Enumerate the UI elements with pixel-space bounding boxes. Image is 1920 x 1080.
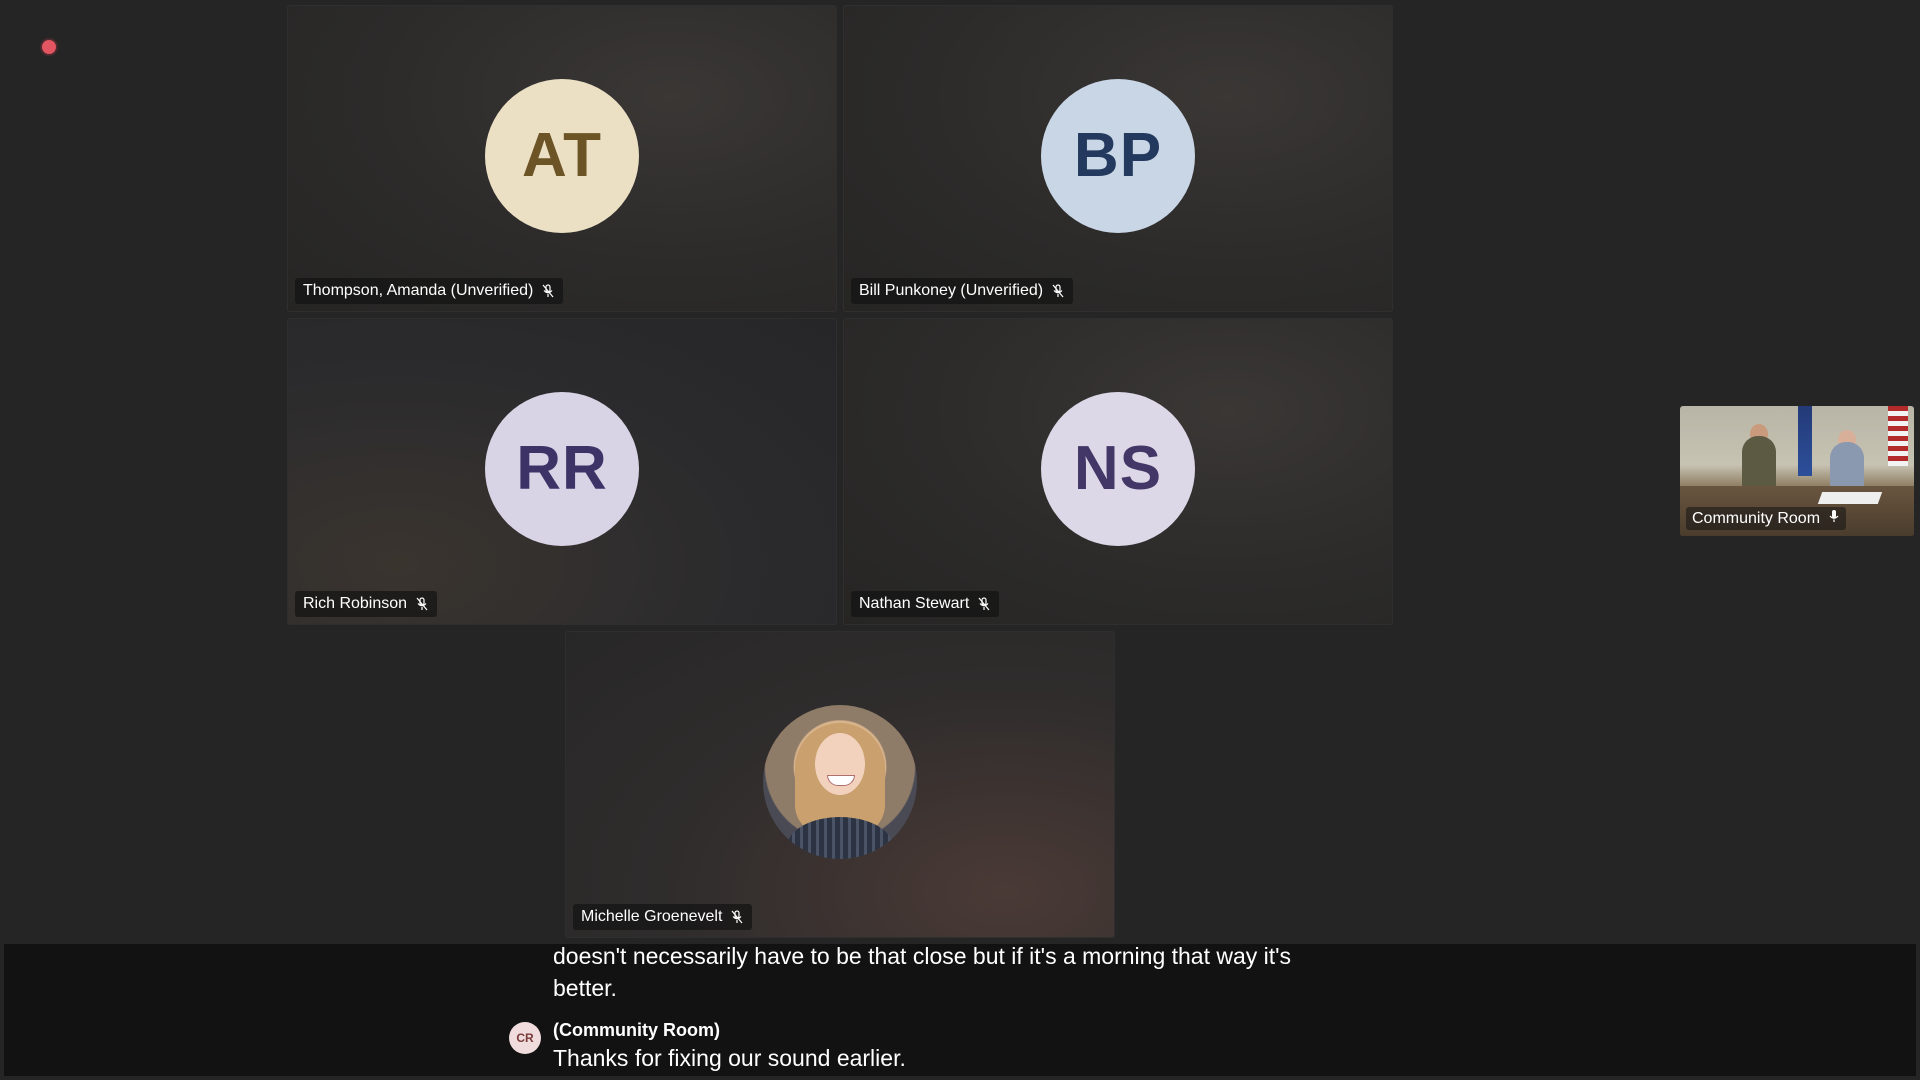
participant-name-tag: Nathan Stewart [851,591,1000,617]
mic-off-icon [415,597,429,611]
community-room-video[interactable]: Community Room [1680,406,1914,536]
us-flag [1888,406,1908,466]
mic-off-icon [1051,284,1065,298]
room-name-tag: Community Room [1686,507,1847,530]
live-captions-panel: doesn't necessarily have to be that clos… [4,944,1916,1076]
participant-name-tag: Michelle Groenevelt [573,904,753,930]
caption-speaker-avatar: CR [509,1022,541,1054]
papers [1817,492,1883,504]
participant-name-tag: Rich Robinson [295,591,438,617]
participant-name: Thompson, Amanda (Unverified) [303,282,534,299]
participant-name-tag: Thompson, Amanda (Unverified) [295,278,564,304]
participant-tile-stewart[interactable]: NS Nathan Stewart [843,318,1393,625]
participant-name: Rich Robinson [303,595,408,612]
participant-name: Nathan Stewart [859,595,970,612]
caption-speaker-name: (Community Room) [553,1020,720,1040]
participant-tile-robinson[interactable]: RR Rich Robinson [287,318,837,625]
participant-tile-thompson[interactable]: AT Thompson, Amanda (Unverified) [287,5,837,312]
participant-name-tag: Bill Punkoney (Unverified) [851,278,1074,304]
participant-name: Bill Punkoney (Unverified) [859,282,1044,299]
flag [1798,406,1812,476]
caption-current-text: Thanks for fixing our sound earlier. [553,1045,906,1071]
avatar: NS [1041,391,1195,546]
mic-off-icon [730,910,744,924]
avatar: RR [485,391,639,546]
participant-tile-groenevelt[interactable]: Michelle Groenevelt [565,631,1115,938]
recording-indicator-icon [42,40,56,54]
participant-name: Michelle Groenevelt [581,908,723,925]
avatar: BP [1041,78,1195,233]
person [1742,436,1776,492]
participant-tile-punkoney[interactable]: BP Bill Punkoney (Unverified) [843,5,1393,312]
mic-off-icon [541,284,555,298]
mic-off-icon [977,597,991,611]
avatar-photo [763,704,917,859]
room-name: Community Room [1692,509,1821,527]
avatar: AT [485,78,639,233]
mic-on-icon [1828,509,1840,528]
person [1830,442,1864,490]
caption-previous-text: doesn't necessarily have to be that clos… [553,944,1292,1001]
